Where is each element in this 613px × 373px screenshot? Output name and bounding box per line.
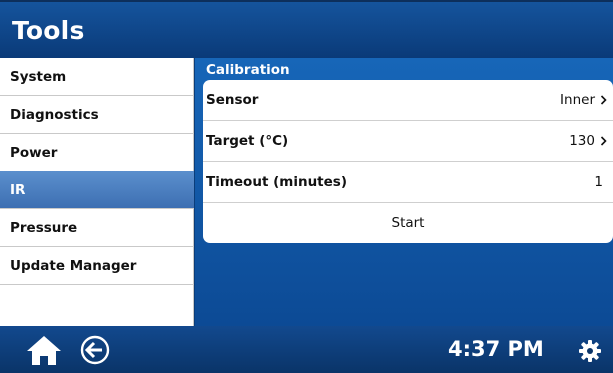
sensor-label: Sensor bbox=[206, 92, 259, 108]
home-icon[interactable] bbox=[26, 334, 62, 366]
sidebar-item-label: Diagnostics bbox=[10, 106, 99, 123]
sidebar-item-ir[interactable]: IR bbox=[0, 171, 194, 209]
calibration-card: Sensor Inner Target (°C) 130 Timeout (mi… bbox=[203, 80, 613, 243]
target-label: Target (°C) bbox=[206, 133, 289, 149]
sidebar-item-label: IR bbox=[10, 181, 26, 198]
target-value: 130 bbox=[569, 133, 595, 149]
timeout-row[interactable]: Timeout (minutes) 1 bbox=[203, 162, 613, 203]
sidebar-item-update-manager[interactable]: Update Manager bbox=[0, 247, 194, 285]
sidebar-item-label: Update Manager bbox=[10, 257, 137, 274]
target-row[interactable]: Target (°C) 130 bbox=[203, 121, 613, 162]
chevron-right-icon bbox=[600, 136, 607, 146]
chevron-right-icon bbox=[600, 95, 607, 105]
sidebar-item-pressure[interactable]: Pressure bbox=[0, 209, 194, 247]
sensor-row[interactable]: Sensor Inner bbox=[203, 80, 613, 121]
footer-bar: 4:37 PM bbox=[0, 326, 613, 373]
sidebar-item-power[interactable]: Power bbox=[0, 134, 194, 172]
content-panel: Calibration Sensor Inner Target (°C) 130… bbox=[195, 58, 613, 326]
sensor-value: Inner bbox=[560, 92, 595, 108]
target-value-wrap: 130 bbox=[569, 133, 607, 149]
page-title: Tools bbox=[12, 16, 85, 45]
start-button[interactable]: Start bbox=[203, 203, 613, 243]
sidebar: System Diagnostics Power IR Pressure Upd… bbox=[0, 58, 194, 326]
sensor-value-wrap: Inner bbox=[560, 92, 607, 108]
sidebar-item-diagnostics[interactable]: Diagnostics bbox=[0, 96, 194, 134]
gear-icon[interactable] bbox=[579, 340, 601, 362]
sidebar-item-label: System bbox=[10, 68, 67, 85]
sidebar-item-label: Pressure bbox=[10, 219, 78, 236]
timeout-value: 1 bbox=[594, 174, 603, 190]
sidebar-item-label: Power bbox=[10, 144, 58, 161]
timeout-label: Timeout (minutes) bbox=[206, 174, 347, 190]
clock: 4:37 PM bbox=[448, 337, 544, 361]
section-title: Calibration bbox=[206, 62, 290, 78]
header-bar: Tools bbox=[0, 0, 613, 58]
sidebar-item-system[interactable]: System bbox=[0, 58, 194, 96]
back-icon[interactable] bbox=[80, 335, 110, 365]
